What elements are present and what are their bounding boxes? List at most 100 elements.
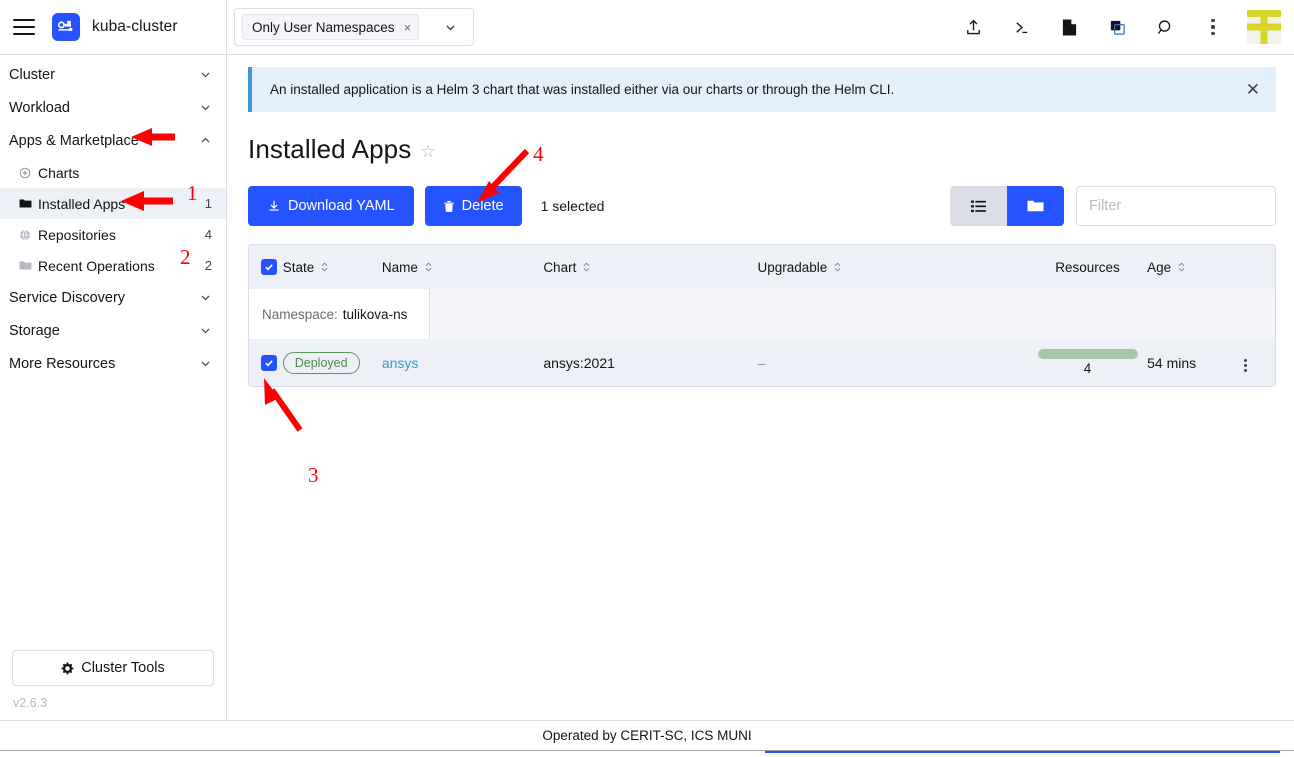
header-state-label: State [283, 260, 315, 275]
header-name[interactable]: Name [382, 245, 543, 289]
trash-icon [443, 200, 455, 213]
sidebar-group-service-discovery[interactable]: Service Discovery [0, 281, 226, 314]
sidebar-group-label: More Resources [9, 356, 115, 372]
chevron-down-icon [199, 101, 212, 114]
header-age-label: Age [1147, 260, 1171, 275]
row-name-cell: ansys [382, 339, 543, 386]
header-middle: Only User Namespaces × [227, 0, 474, 54]
row-checkbox-cell [249, 339, 283, 386]
sort-icon [1177, 261, 1186, 273]
select-all-checkbox[interactable] [261, 259, 277, 275]
download-yaml-label: Download YAML [288, 198, 395, 214]
toolbar: Download YAML Delete 1 selected [248, 186, 1276, 226]
installed-apps-table: State Name [248, 244, 1276, 387]
download-yaml-button[interactable]: Download YAML [248, 186, 414, 226]
row-state-cell: Deployed [283, 339, 382, 386]
resources-count: 4 [1028, 361, 1147, 376]
table: State Name [249, 245, 1275, 386]
sidebar-item-repositories[interactable]: Repositories 4 [0, 219, 226, 250]
sidebar-item-recent-operations[interactable]: Recent Operations 2 [0, 250, 226, 281]
import-yaml-icon[interactable] [949, 0, 997, 55]
sidebar-item-label: Repositories [38, 227, 116, 243]
folder-open-icon [17, 260, 33, 271]
rancher-logo-icon[interactable] [52, 13, 80, 41]
filter-input[interactable] [1076, 186, 1276, 226]
close-icon[interactable]: ✕ [1244, 77, 1262, 102]
sidebar-group-storage[interactable]: Storage [0, 314, 226, 347]
header-resources-label: Resources [1055, 260, 1120, 275]
sidebar-group-workload[interactable]: Workload [0, 91, 226, 124]
delete-label: Delete [462, 198, 504, 214]
namespace-filter-select[interactable]: Only User Namespaces × [234, 8, 474, 46]
copy-kubeconfig-icon[interactable] [1093, 0, 1141, 55]
sidebar: Cluster Workload Apps & Marketplace [0, 55, 227, 720]
sidebar-item-label: Charts [38, 165, 79, 181]
row-chart-cell: ansys:2021 [543, 339, 757, 386]
scrollbar-thumb[interactable] [765, 751, 1280, 757]
sort-icon [582, 261, 591, 273]
bottom-scrollbar[interactable] [0, 750, 1294, 757]
sidebar-item-installed-apps[interactable]: Installed Apps 1 [0, 188, 226, 219]
sidebar-nav: Cluster Workload Apps & Marketplace [0, 55, 226, 380]
delete-button[interactable]: Delete [425, 186, 522, 226]
sidebar-group-label: Storage [9, 323, 60, 339]
chevron-down-icon[interactable] [428, 21, 467, 34]
table-row[interactable]: Deployed ansys ansys:2021 – 4 54 m [249, 339, 1275, 386]
info-banner: An installed application is a Helm 3 cha… [248, 67, 1276, 112]
header-upgradable[interactable]: Upgradable [757, 245, 1027, 289]
namespace-group-value: tulikova-ns [343, 307, 408, 322]
avatar[interactable] [1247, 10, 1281, 44]
header-checkbox-cell [249, 245, 283, 289]
header-actions [1240, 245, 1275, 289]
namespace-group-cell: Namespace: tulikova-ns [249, 289, 1275, 339]
row-upgradable-cell: – [757, 339, 1027, 386]
rancher-dashboard: kuba-cluster Only User Namespaces × [0, 0, 1294, 757]
sidebar-group-more-resources[interactable]: More Resources [0, 347, 226, 380]
namespace-group-row: Namespace: tulikova-ns [249, 289, 1275, 339]
star-outline-icon[interactable]: ☆ [420, 142, 435, 162]
sidebar-group-apps-marketplace[interactable]: Apps & Marketplace [0, 124, 226, 157]
sidebar-bottom: Cluster Tools v2.6.3 [0, 650, 226, 720]
footer: Operated by CERIT-SC, ICS MUNI [0, 720, 1294, 750]
header-left: kuba-cluster [0, 0, 227, 54]
namespace-filter-chip-label: Only User Namespaces [252, 20, 395, 35]
sort-icon [833, 261, 842, 273]
info-banner-text: An installed application is a Helm 3 cha… [270, 82, 894, 97]
search-icon[interactable] [1141, 0, 1189, 55]
sidebar-group-label: Apps & Marketplace [9, 133, 139, 149]
header-age[interactable]: Age [1147, 245, 1240, 289]
sort-icon [424, 261, 433, 273]
sidebar-item-label: Recent Operations [38, 258, 155, 274]
group-by-namespace-icon[interactable] [1007, 186, 1064, 226]
row-checkbox[interactable] [261, 355, 277, 371]
sidebar-item-charts[interactable]: Charts [0, 157, 226, 188]
header-name-label: Name [382, 260, 418, 275]
sidebar-item-count: 4 [205, 227, 212, 242]
selected-count: 1 selected [541, 198, 605, 214]
sort-icon [320, 261, 329, 273]
status-badge: Deployed [283, 352, 360, 374]
kebab-menu-icon[interactable] [1240, 355, 1251, 376]
cluster-tools-button[interactable]: Cluster Tools [12, 650, 214, 686]
row-resources-cell: 4 [1028, 339, 1147, 386]
docs-icon[interactable] [1045, 0, 1093, 55]
kebab-menu-icon[interactable] [1189, 0, 1237, 55]
sidebar-group-cluster[interactable]: Cluster [0, 58, 226, 91]
close-icon[interactable]: × [404, 21, 412, 34]
header-upgradable-label: Upgradable [757, 260, 827, 275]
header-state[interactable]: State [283, 245, 382, 289]
page-title-row: Installed Apps ☆ [248, 134, 1276, 165]
header-chart[interactable]: Chart [543, 245, 757, 289]
namespace-filter-chip[interactable]: Only User Namespaces × [242, 14, 419, 40]
page-title: Installed Apps [248, 134, 411, 165]
resources-bar [1038, 349, 1138, 359]
footer-text: Operated by CERIT-SC, ICS MUNI [542, 728, 751, 743]
cluster-name: kuba-cluster [92, 18, 178, 36]
list-view-icon[interactable] [950, 186, 1007, 226]
toolbar-right [950, 186, 1276, 226]
app-name-link[interactable]: ansys [382, 355, 419, 371]
chevron-down-icon [199, 68, 212, 81]
hamburger-icon[interactable] [13, 19, 35, 35]
namespace-group-prefix: Namespace: [262, 307, 338, 322]
kubectl-shell-icon[interactable] [997, 0, 1045, 55]
